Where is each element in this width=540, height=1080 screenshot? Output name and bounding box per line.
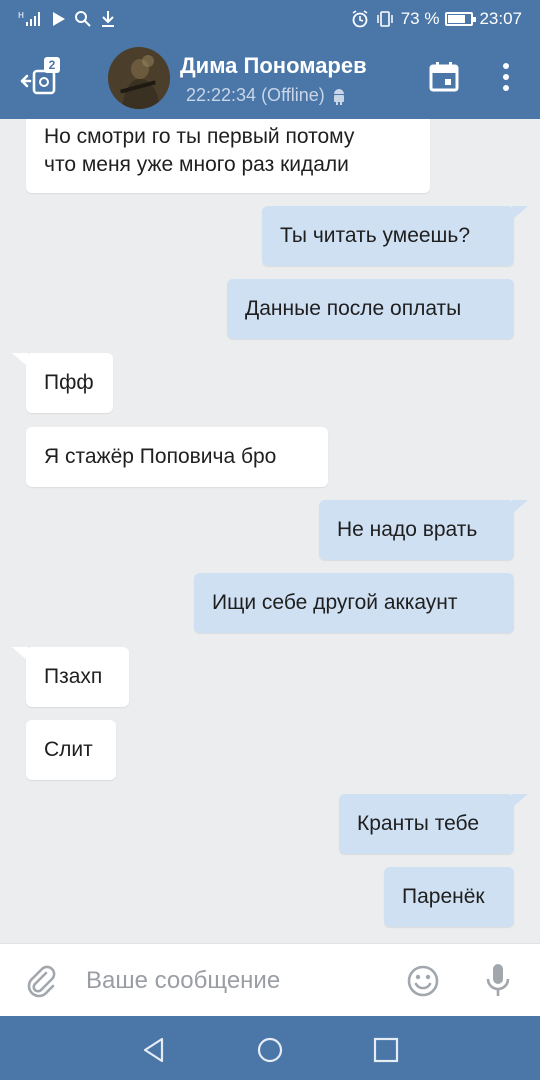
bubble-tail — [512, 794, 528, 808]
last-seen-text: 22:22:34 (Offline) — [186, 85, 325, 105]
more-vertical-icon — [503, 63, 509, 91]
attach-button[interactable] — [24, 964, 58, 998]
message-outgoing[interactable]: Кранты тебе — [339, 794, 514, 854]
message-incoming[interactable]: Слит — [26, 720, 116, 780]
message-list[interactable]: Но смотри го ты первый потому что меня у… — [0, 119, 540, 943]
message-text: Паренёк — [402, 885, 485, 908]
contact-name[interactable]: Дима Пономарев — [180, 53, 367, 79]
message-text: Слит — [44, 738, 93, 761]
message-text: Ты читать умеешь? — [280, 224, 471, 247]
microphone-icon — [486, 964, 510, 996]
message-outgoing[interactable]: Ищи себе другой аккаунт — [194, 573, 514, 633]
nav-recent-icon — [373, 1037, 399, 1063]
nav-back-icon — [143, 1037, 164, 1063]
message-input[interactable] — [86, 960, 386, 1002]
battery-percent: 73 % — [400, 8, 440, 28]
message-text: Но смотри го ты первый потому — [44, 125, 355, 148]
chat-header: 2 Дима Пономарев 22:22:34 (Offline) — [0, 37, 540, 119]
message-incoming[interactable]: Я стажёр Поповича бро — [26, 427, 328, 487]
more-options-button[interactable] — [494, 61, 518, 95]
message-text: Кранты тебе — [357, 812, 480, 835]
signal-icon: H — [18, 11, 40, 26]
svg-text:H: H — [18, 11, 24, 20]
play-icon — [53, 11, 65, 26]
unread-badge: 2 — [44, 57, 60, 73]
message-incoming[interactable]: Пфф — [26, 353, 113, 413]
message-outgoing[interactable]: Ты читать умеешь? — [262, 206, 514, 266]
avatar-image — [108, 47, 170, 109]
message-incoming[interactable]: Пзахп — [26, 647, 129, 707]
calendar-button[interactable] — [428, 61, 460, 93]
message-text: Пзахп — [44, 665, 103, 688]
status-time: 23:07 — [479, 8, 522, 28]
contact-status: 22:22:34 (Offline) — [186, 85, 347, 106]
battery-icon — [445, 11, 477, 26]
paperclip-icon — [27, 965, 56, 998]
status-bar: H 73 % 23:07 — [0, 0, 540, 37]
nav-back-button[interactable] — [140, 1036, 168, 1064]
message-outgoing[interactable]: Данные после оплаты — [227, 279, 514, 339]
status-left: H — [18, 10, 116, 28]
search-icon — [75, 10, 91, 27]
message-outgoing[interactable]: Паренёк — [384, 867, 514, 927]
message-text: что меня уже много раз кидали — [44, 153, 349, 176]
back-button[interactable]: 2 — [18, 57, 66, 101]
message-text: Ищи себе другой аккаунт — [212, 591, 458, 614]
message-text: Я стажёр Поповича бро — [44, 445, 277, 468]
vibrate-icon — [376, 10, 393, 27]
emoji-button[interactable] — [406, 964, 440, 998]
system-nav-bar — [0, 1016, 540, 1080]
message-text: Пфф — [44, 371, 94, 394]
nav-home-button[interactable] — [256, 1036, 284, 1064]
status-right: 73 % 23:07 — [351, 9, 522, 29]
message-outgoing[interactable]: Не надо врать — [319, 500, 514, 560]
bubble-tail — [512, 500, 528, 514]
emoji-icon — [407, 965, 439, 997]
message-incoming[interactable]: Но смотри го ты первый потому что меня у… — [26, 119, 430, 193]
message-text: Не надо врать — [337, 518, 478, 541]
message-text: Данные после оплаты — [245, 297, 462, 320]
message-input-bar — [0, 943, 540, 1016]
bubble-tail — [512, 206, 528, 220]
battery-level — [448, 14, 465, 23]
android-icon — [333, 88, 344, 105]
alarm-icon — [352, 9, 368, 27]
nav-home-icon — [257, 1037, 283, 1063]
calendar-icon — [429, 62, 459, 92]
microphone-button[interactable] — [484, 962, 512, 1000]
download-icon — [102, 10, 114, 27]
avatar[interactable] — [108, 47, 170, 109]
nav-recent-apps-button[interactable] — [372, 1036, 400, 1064]
